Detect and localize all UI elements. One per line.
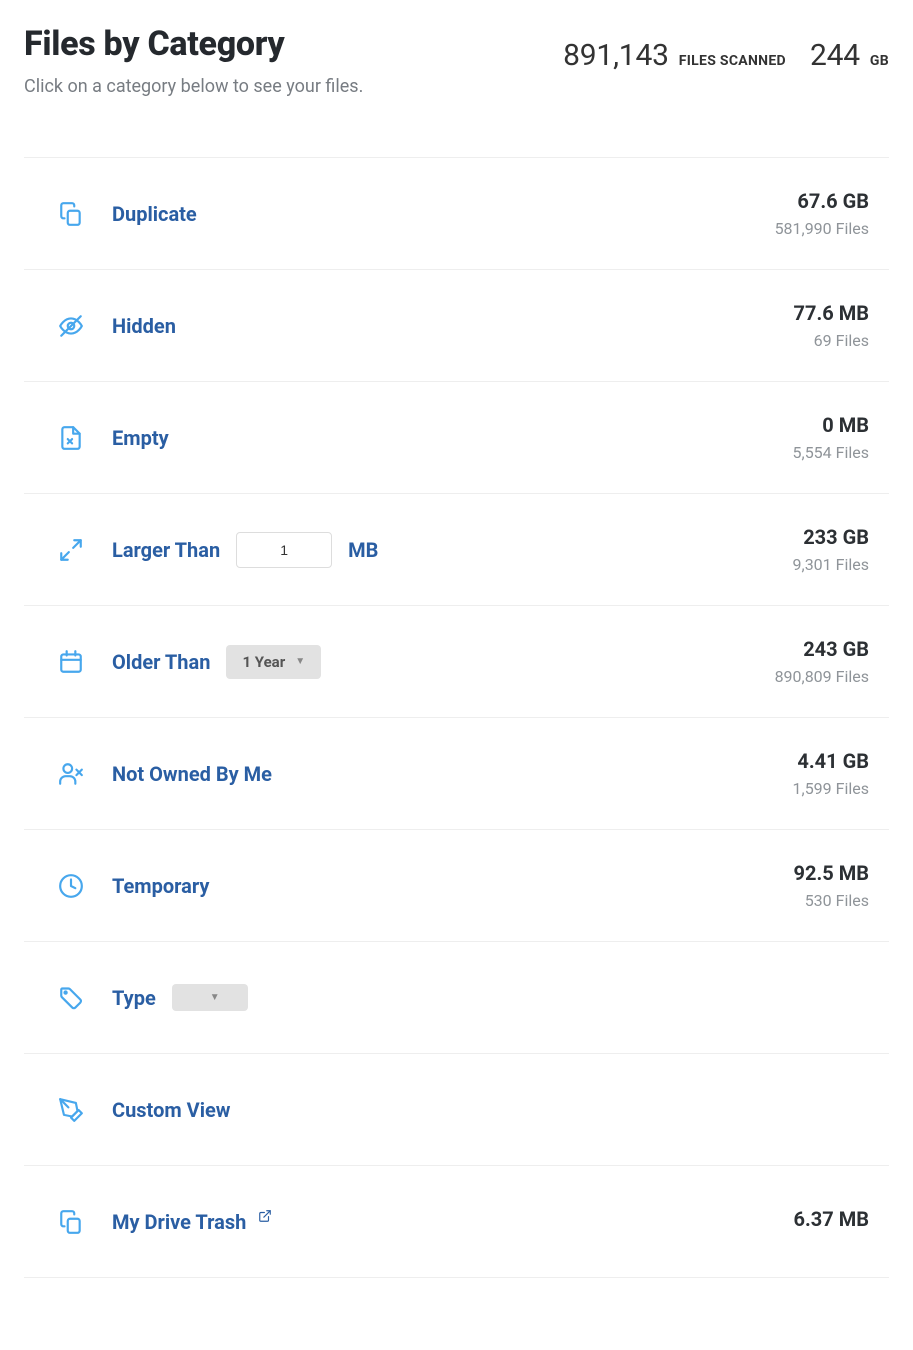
chevron-down-icon: ▼ [295, 656, 305, 667]
category-row-duplicate[interactable]: Duplicate 67.6 GB 581,990 Files [24, 158, 889, 270]
category-size-not-owned: 4.41 GB [793, 749, 869, 773]
type-dropdown[interactable]: ▼ [172, 984, 248, 1011]
category-size-my-drive-trash: 6.37 MB [794, 1207, 869, 1231]
stats: 891,143 FILES SCANNED 244 GB [563, 24, 889, 73]
category-label-my-drive-trash: My Drive Trash [112, 1210, 246, 1234]
larger-than-unit: MB [348, 538, 378, 562]
category-label-not-owned: Not Owned By Me [112, 762, 272, 786]
category-label-duplicate: Duplicate [112, 202, 197, 226]
header: Files by Category Click on a category be… [24, 24, 889, 97]
category-label-older-than: Older Than [112, 650, 210, 674]
category-files-empty: 5,554 Files [793, 443, 869, 462]
files-scanned-label: FILES SCANNED [679, 53, 786, 69]
page-subtitle: Click on a category below to see your fi… [24, 76, 363, 97]
category-label-type: Type [112, 986, 156, 1010]
category-label-hidden: Hidden [112, 314, 176, 338]
empty-icon [58, 425, 84, 451]
category-label-custom-view: Custom View [112, 1098, 231, 1122]
category-row-not-owned[interactable]: Not Owned By Me 4.41 GB 1,599 Files [24, 718, 889, 830]
pen-icon [58, 1097, 84, 1123]
category-row-larger-than[interactable]: Larger Than MB 233 GB 9,301 Files [24, 494, 889, 606]
user-x-icon [58, 761, 84, 787]
category-row-custom-view[interactable]: Custom View [24, 1054, 889, 1166]
category-row-type[interactable]: Type ▼ [24, 942, 889, 1054]
page-title: Files by Category [24, 24, 363, 64]
total-size-unit: GB [870, 53, 889, 69]
category-size-older-than: 243 GB [775, 637, 869, 661]
category-label-larger-than: Larger Than [112, 538, 220, 562]
category-row-older-than[interactable]: Older Than 1 Year ▼ 243 GB 890,809 Files [24, 606, 889, 718]
category-files-not-owned: 1,599 Files [793, 779, 869, 798]
hidden-icon [58, 313, 84, 339]
category-label-temporary: Temporary [112, 874, 209, 898]
category-row-empty[interactable]: Empty 0 MB 5,554 Files [24, 382, 889, 494]
category-size-hidden: 77.6 MB [794, 301, 869, 325]
category-files-duplicate: 581,990 Files [775, 219, 869, 238]
category-label-empty: Empty [112, 426, 169, 450]
category-size-duplicate: 67.6 GB [775, 189, 869, 213]
calendar-icon [58, 649, 84, 675]
expand-icon [58, 537, 84, 563]
category-row-temporary[interactable]: Temporary 92.5 MB 530 Files [24, 830, 889, 942]
clock-icon [58, 873, 84, 899]
total-size-value: 244 [810, 38, 860, 73]
larger-than-input[interactable] [236, 532, 332, 568]
category-row-my-drive-trash[interactable]: My Drive Trash 6.37 MB [24, 1166, 889, 1278]
category-files-hidden: 69 Files [794, 331, 869, 350]
category-files-temporary: 530 Files [794, 891, 869, 910]
duplicate-icon [58, 201, 84, 227]
category-files-larger-than: 9,301 Files [793, 555, 869, 574]
category-files-older-than: 890,809 Files [775, 667, 869, 686]
category-row-hidden[interactable]: Hidden 77.6 MB 69 Files [24, 270, 889, 382]
older-than-dropdown[interactable]: 1 Year ▼ [226, 645, 321, 679]
category-list: Duplicate 67.6 GB 581,990 Files Hidden 7… [24, 157, 889, 1278]
chevron-down-icon: ▼ [210, 992, 220, 1003]
files-scanned-value: 891,143 [563, 38, 669, 73]
external-link-icon [256, 1215, 272, 1229]
older-than-selected: 1 Year [242, 653, 285, 671]
tag-icon [58, 985, 84, 1011]
category-size-empty: 0 MB [793, 413, 869, 437]
category-size-temporary: 92.5 MB [794, 861, 869, 885]
duplicate-icon [58, 1209, 84, 1235]
category-size-larger-than: 233 GB [793, 525, 869, 549]
